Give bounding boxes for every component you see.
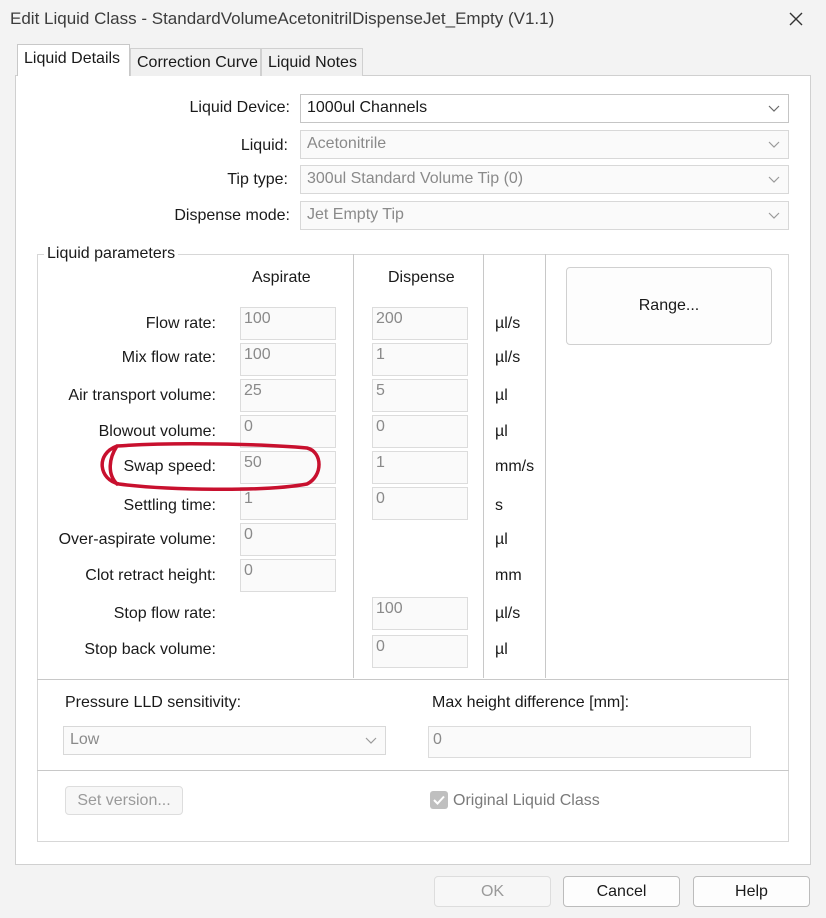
aspirate-field[interactable]: 1 <box>240 487 336 520</box>
param-unit: µl/s <box>495 349 521 366</box>
pressure-lld-value: Low <box>70 731 100 748</box>
aspirate-column-header: Aspirate <box>252 269 311 286</box>
dispense-column-header: Dispense <box>388 269 455 286</box>
pressure-lld-select[interactable]: Low <box>63 726 386 755</box>
dispense-field[interactable]: 0 <box>372 487 468 520</box>
param-unit: mm <box>495 567 522 584</box>
liquid-device-select[interactable]: 1000ul Channels <box>300 94 789 123</box>
column-divider <box>545 254 546 678</box>
chevron-down-icon <box>768 212 780 219</box>
param-label: Settling time: <box>123 497 216 514</box>
chevron-down-icon <box>768 176 780 183</box>
aspirate-field[interactable]: 0 <box>240 415 336 448</box>
section-divider <box>37 679 789 680</box>
window-title: Edit Liquid Class - StandardVolumeAceton… <box>10 9 555 28</box>
original-liquid-class-label: Original Liquid Class <box>453 792 600 809</box>
dispense-field[interactable]: 1 <box>372 343 468 376</box>
aspirate-field[interactable]: 0 <box>240 523 336 556</box>
dispense-mode-label: Dispense mode: <box>174 207 290 224</box>
param-label: Mix flow rate: <box>121 349 216 366</box>
param-unit: µl <box>495 641 508 658</box>
liquid-value: Acetonitrile <box>307 135 387 152</box>
chevron-down-icon <box>768 105 780 112</box>
param-unit: mm/s <box>495 458 535 475</box>
tab-liquid-notes[interactable]: Liquid Notes <box>261 48 363 76</box>
dispense-field[interactable]: 100 <box>372 597 468 630</box>
param-label: Over-aspirate volume: <box>58 531 216 548</box>
ok-button[interactable]: OK <box>434 876 551 907</box>
liquid-parameters-title: Liquid parameters <box>44 245 179 263</box>
param-unit: µl <box>495 423 508 440</box>
liquid-device-label: Liquid Device: <box>189 99 291 116</box>
chevron-down-icon <box>365 737 377 744</box>
tab-liquid-details[interactable]: Liquid Details <box>17 44 130 76</box>
aspirate-field[interactable]: 0 <box>240 559 336 592</box>
aspirate-field[interactable]: 100 <box>240 343 336 376</box>
title-bar: Edit Liquid Class - StandardVolumeAceton… <box>0 0 826 40</box>
tip-type-label: Tip type: <box>227 171 288 188</box>
dispense-field[interactable]: 5 <box>372 379 468 412</box>
liquid-select[interactable]: Acetonitrile <box>300 130 789 159</box>
param-label: Blowout volume: <box>98 423 216 440</box>
param-label: Swap speed: <box>123 458 216 475</box>
cancel-button[interactable]: Cancel <box>563 876 680 907</box>
param-label: Air transport volume: <box>68 387 216 404</box>
dispense-field[interactable]: 200 <box>372 307 468 340</box>
dispense-field[interactable]: 0 <box>372 635 468 668</box>
tab-correction-curve[interactable]: Correction Curve <box>130 48 261 76</box>
set-version-button[interactable]: Set version... <box>65 786 183 815</box>
dispense-mode-value: Jet Empty Tip <box>307 206 404 223</box>
dispense-mode-select[interactable]: Jet Empty Tip <box>300 201 789 230</box>
dispense-field[interactable]: 1 <box>372 451 468 484</box>
background-window-edge <box>818 72 826 918</box>
param-label: Clot retract height: <box>85 567 216 584</box>
pressure-lld-label: Pressure LLD sensitivity: <box>65 694 242 711</box>
param-unit: µl/s <box>495 315 521 332</box>
param-label: Stop back volume: <box>84 641 216 658</box>
param-label: Flow rate: <box>145 315 216 332</box>
tip-type-value: 300ul Standard Volume Tip (0) <box>307 170 524 187</box>
tip-type-select[interactable]: 300ul Standard Volume Tip (0) <box>300 165 789 194</box>
param-unit: s <box>495 497 503 514</box>
param-unit: µl <box>495 531 508 548</box>
max-height-field[interactable]: 0 <box>428 726 751 758</box>
range-button[interactable]: Range... <box>566 267 772 345</box>
liquid-device-value: 1000ul Channels <box>307 99 428 116</box>
column-divider <box>483 254 484 678</box>
column-divider <box>353 254 354 678</box>
close-button[interactable] <box>776 2 816 36</box>
max-height-label: Max height difference [mm]: <box>432 694 630 711</box>
param-unit: µl/s <box>495 605 521 622</box>
aspirate-field[interactable]: 25 <box>240 379 336 412</box>
chevron-down-icon <box>768 141 780 148</box>
original-liquid-class-checkbox[interactable] <box>430 791 448 809</box>
help-button[interactable]: Help <box>693 876 810 907</box>
dispense-field[interactable]: 0 <box>372 415 468 448</box>
checkmark-icon <box>433 795 445 805</box>
section-divider <box>37 770 789 771</box>
close-icon <box>789 12 803 26</box>
liquid-label: Liquid: <box>240 137 288 154</box>
param-label: Stop flow rate: <box>113 605 216 622</box>
param-unit: µl <box>495 387 508 404</box>
aspirate-field[interactable]: 100 <box>240 307 336 340</box>
aspirate-field[interactable]: 50 <box>240 451 336 484</box>
